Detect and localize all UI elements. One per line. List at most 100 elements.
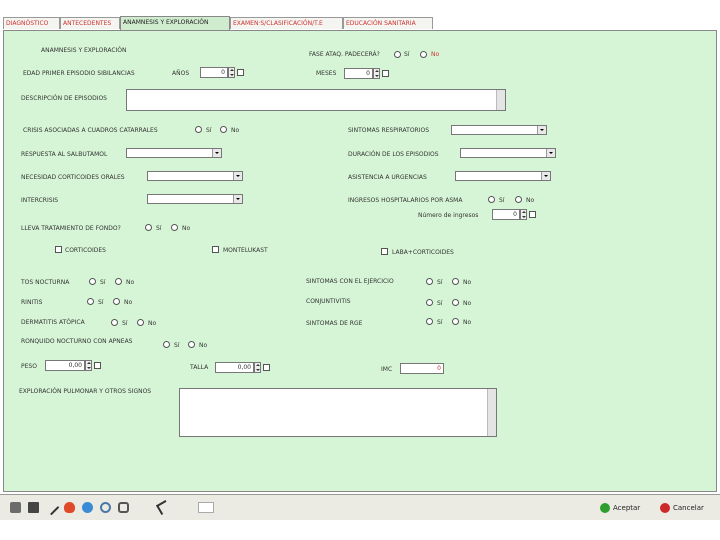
rge-si-label: Sí	[437, 319, 443, 326]
close-icon	[660, 503, 670, 513]
anos-input[interactable]: 0	[200, 67, 228, 78]
rge-no-radio[interactable]	[452, 318, 459, 325]
anos-checkbox[interactable]	[237, 69, 244, 76]
dermatitis-si-label: Sí	[122, 320, 128, 327]
tos-no-label: No	[126, 279, 135, 286]
descripcion-scrollbar[interactable]	[496, 90, 505, 110]
cancelar-button[interactable]: Cancelar	[658, 500, 716, 516]
numero-ingresos-checkbox[interactable]	[529, 211, 536, 218]
rinitis-no-label: No	[124, 299, 133, 306]
meses-label: MESES	[316, 70, 337, 77]
imc-input: 0	[400, 363, 444, 374]
tab-bar: DIAGNÓSTICO ANTECEDENTES ANAMNESIS Y EXP…	[3, 16, 719, 30]
tab-diagnostico[interactable]: DIAGNÓSTICO	[3, 17, 60, 29]
ingresos-si-radio[interactable]	[488, 196, 495, 203]
edad-label: EDAD PRIMER EPISODIO SIBILANCIAS	[23, 70, 135, 77]
fase-si-radio[interactable]	[394, 51, 401, 58]
meses-checkbox[interactable]	[382, 70, 389, 77]
tool-icon[interactable]	[155, 499, 172, 516]
exploracion-scrollbar[interactable]	[487, 389, 496, 436]
tos-si-radio[interactable]	[89, 278, 96, 285]
descripcion-label: DESCRIPCIÓN DE EPISODIOS	[21, 95, 107, 102]
tos-label: TOS NOCTURNA	[21, 279, 70, 286]
asistencia-select[interactable]	[455, 171, 551, 181]
chevron-down-icon	[546, 149, 555, 157]
descripcion-textarea[interactable]	[126, 89, 506, 111]
tratamiento-si-radio[interactable]	[145, 224, 152, 231]
talla-input[interactable]: 0,00	[215, 362, 254, 373]
check-icon	[600, 503, 610, 513]
tab-anamnesis[interactable]: ANAMNESIS Y EXPLORACIÓN	[120, 16, 230, 30]
peso-checkbox[interactable]	[94, 362, 101, 369]
search-icon[interactable]	[100, 502, 111, 513]
corticoides-checkbox[interactable]	[55, 246, 62, 253]
meses-spinner[interactable]	[373, 68, 380, 79]
ejercicio-no-label: No	[463, 279, 472, 286]
app-window: DIAGNÓSTICO ANTECEDENTES ANAMNESIS Y EXP…	[0, 0, 720, 540]
bottom-toolbar: Aceptar Cancelar	[0, 494, 720, 520]
duracion-select[interactable]	[460, 148, 556, 158]
chevron-down-icon	[212, 149, 221, 157]
talla-checkbox[interactable]	[263, 364, 270, 371]
rinitis-si-radio[interactable]	[87, 298, 94, 305]
ronquido-no-radio[interactable]	[188, 341, 195, 348]
intercrisis-select[interactable]	[147, 194, 243, 204]
dermatitis-label: DERMATITIS ATÓPICA	[21, 319, 85, 326]
ejercicio-si-label: Sí	[437, 279, 443, 286]
tab-examenes[interactable]: EXAMEN·S/CLASIFICACIÓN/T.E	[230, 17, 343, 29]
meses-input[interactable]: 0	[344, 68, 373, 79]
tab-educacion[interactable]: EDUCACIÓN SANITARIA	[343, 17, 433, 29]
fase-si-label: Sí	[404, 51, 410, 58]
talla-spinner[interactable]	[254, 362, 261, 373]
peso-spinner[interactable]	[85, 360, 92, 371]
ejercicio-no-radio[interactable]	[452, 278, 459, 285]
ingresos-no-label: No	[526, 197, 535, 204]
flag-icon[interactable]	[198, 502, 214, 513]
globe-icon[interactable]	[82, 502, 93, 513]
conjuntivitis-si-radio[interactable]	[426, 299, 433, 306]
sintomas-resp-select[interactable]	[451, 125, 547, 135]
peso-label: PESO	[21, 363, 37, 370]
peso-input[interactable]: 0,00	[45, 360, 85, 371]
fase-no-radio[interactable]	[420, 51, 427, 58]
pencil-icon[interactable]	[43, 499, 60, 516]
tos-no-radio[interactable]	[115, 278, 122, 285]
anos-spinner[interactable]	[228, 67, 235, 78]
dermatitis-no-radio[interactable]	[137, 319, 144, 326]
tratamiento-label: LLEVA TRATAMIENTO DE FONDO?	[21, 225, 121, 232]
conjuntivitis-no-label: No	[463, 300, 472, 307]
heart-icon[interactable]	[64, 502, 75, 513]
rge-si-radio[interactable]	[426, 318, 433, 325]
fase-no-label: No	[431, 51, 440, 58]
ronquido-si-radio[interactable]	[163, 341, 170, 348]
exploracion-textarea[interactable]	[179, 388, 497, 437]
laba-checkbox[interactable]	[381, 248, 388, 255]
dermatitis-si-radio[interactable]	[111, 319, 118, 326]
link-icon[interactable]	[118, 502, 129, 513]
ejercicio-si-radio[interactable]	[426, 278, 433, 285]
ingresos-si-label: Sí	[499, 197, 505, 204]
save-icon[interactable]	[28, 502, 39, 513]
exploracion-label: EXPLORACIÓN PULMONAR Y OTROS SIGNOS	[19, 388, 152, 395]
numero-ingresos-spinner[interactable]	[520, 209, 527, 220]
montelukast-checkbox[interactable]	[212, 246, 219, 253]
laba-label: LABA+CORTICOIDES	[392, 249, 454, 256]
conjuntivitis-no-radio[interactable]	[452, 299, 459, 306]
rinitis-no-radio[interactable]	[113, 298, 120, 305]
crisis-si-radio[interactable]	[195, 126, 202, 133]
talla-label: TALLA	[190, 364, 209, 371]
tratamiento-no-label: No	[182, 225, 191, 232]
aceptar-label: Aceptar	[613, 504, 641, 512]
ingresos-no-radio[interactable]	[515, 196, 522, 203]
print-icon[interactable]	[10, 502, 21, 513]
crisis-no-radio[interactable]	[220, 126, 227, 133]
ejercicio-label: SINTOMAS CON EL EJERCICIO	[306, 278, 394, 285]
respuesta-select[interactable]	[126, 148, 222, 158]
necesidad-select[interactable]	[147, 171, 243, 181]
tab-antecedentes[interactable]: ANTECEDENTES	[60, 17, 120, 29]
aceptar-button[interactable]: Aceptar	[598, 500, 654, 516]
rge-label: SINTOMAS DE RGE	[306, 320, 363, 327]
numero-ingresos-input[interactable]: 0	[492, 209, 520, 220]
conjuntivitis-si-label: Sí	[437, 300, 443, 307]
tratamiento-no-radio[interactable]	[171, 224, 178, 231]
